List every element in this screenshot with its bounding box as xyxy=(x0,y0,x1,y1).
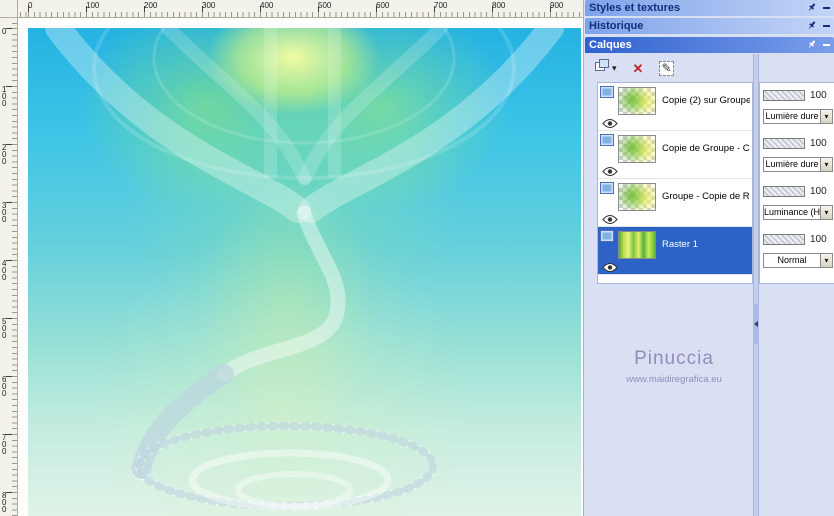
raster-layer-icon xyxy=(600,134,615,147)
canvas-image[interactable] xyxy=(28,28,581,516)
opacity-slider[interactable] xyxy=(763,90,805,101)
visibility-eye-icon[interactable] xyxy=(602,260,618,272)
edit-selection-button[interactable]: ✎ xyxy=(657,60,675,77)
h-ruler-label: 700 xyxy=(434,1,448,10)
visibility-eye-icon[interactable] xyxy=(602,116,618,128)
watermark: Pinuccia www.maidiregrafica.eu xyxy=(599,348,749,385)
v-ruler-label: 7 0 0 xyxy=(2,433,7,456)
pencil-icon: ✎ xyxy=(659,60,674,76)
visibility-eye-icon[interactable] xyxy=(602,164,618,176)
layers-panel-title: Calques xyxy=(589,39,632,51)
blend-mode-dropdown[interactable]: Normal ▾ xyxy=(763,253,833,268)
h-ruler-label: 100 xyxy=(86,1,100,10)
opacity-slider[interactable] xyxy=(763,138,805,149)
raster-layer-icon xyxy=(600,182,615,195)
blend-mode-dropdown[interactable]: Lumière dure ▾ xyxy=(763,157,833,172)
layers-panel-body: ▾ ✕ ✎ Copie (2) sur Groupe Copie de Grou… xyxy=(585,54,834,516)
styles-panel-titlebar[interactable]: Styles et textures xyxy=(585,0,834,16)
v-ruler-label: 4 0 0 xyxy=(2,259,7,282)
layer-controls: 100 Lumière dure ▾ xyxy=(760,83,834,131)
horizontal-ruler: 0 100 200 300 400 500 600 700 800 900 xyxy=(18,0,583,18)
layers-panel-titlebar[interactable]: Calques xyxy=(585,37,834,53)
layer-list: Copie (2) sur Groupe Copie de Groupe - C… xyxy=(597,82,753,284)
layer-thumbnail xyxy=(618,135,656,163)
vertical-ruler: 0 1 0 0 2 0 0 3 0 0 4 0 0 5 0 0 6 0 0 7 0 0 8 0 … xyxy=(0,18,18,516)
layer-name: Raster 1 xyxy=(662,239,698,250)
layer-thumbnail xyxy=(618,183,656,211)
h-ruler-label: 0 xyxy=(28,1,33,10)
pin-icon[interactable] xyxy=(807,36,817,54)
v-ruler-label: 1 0 0 xyxy=(2,85,7,108)
h-ruler-label: 800 xyxy=(492,1,506,10)
h-ruler-label: 300 xyxy=(202,1,216,10)
layers-toolbar: ▾ ✕ ✎ xyxy=(593,57,676,79)
chevron-down-icon[interactable]: ▾ xyxy=(820,254,832,267)
minimize-icon[interactable] xyxy=(823,25,830,27)
h-ruler-label: 900 xyxy=(550,1,564,10)
layer-row[interactable]: Groupe - Copie de Ra xyxy=(598,179,752,227)
chevron-down-icon[interactable]: ▾ xyxy=(820,206,832,219)
blend-mode-value: Normal xyxy=(777,255,807,265)
v-ruler-label: 0 xyxy=(2,27,7,36)
ruler-corner xyxy=(0,0,18,18)
layer-name: Copie (2) sur Groupe xyxy=(662,95,750,106)
h-ruler-label: 600 xyxy=(376,1,390,10)
blend-mode-value: Luminance (H) xyxy=(764,207,820,217)
pin-icon[interactable] xyxy=(807,0,817,17)
v-ruler-label: 8 0 0 xyxy=(2,491,7,514)
watermark-url: www.maidiregrafica.eu xyxy=(626,374,722,385)
chevron-down-icon[interactable]: ▾ xyxy=(820,110,832,123)
styles-panel-title: Styles et textures xyxy=(589,2,681,14)
blend-mode-value: Lumière dure xyxy=(765,159,819,169)
opacity-value: 100 xyxy=(810,234,827,245)
opacity-value: 100 xyxy=(810,186,827,197)
history-panel-title: Historique xyxy=(589,20,644,32)
raster-layer-icon xyxy=(600,230,615,243)
layer-row-selected[interactable]: Raster 1 xyxy=(598,227,752,275)
history-panel-titlebar[interactable]: Historique xyxy=(585,18,834,34)
layer-controls: 100 Luminance (H) ▾ xyxy=(760,179,834,227)
layer-controls-column: 100 Lumière dure ▾ 100 Lumière dure ▾ 10… xyxy=(759,82,834,284)
blend-mode-value: Lumière dure xyxy=(765,111,819,121)
layer-thumbnail xyxy=(618,231,656,259)
watermark-name: Pinuccia xyxy=(634,348,714,369)
h-ruler-label: 500 xyxy=(318,1,332,10)
new-layer-icon xyxy=(595,59,610,77)
opacity-value: 100 xyxy=(810,90,827,101)
chevron-down-icon[interactable]: ▾ xyxy=(820,158,832,171)
layer-row[interactable]: Copie (2) sur Groupe xyxy=(598,83,752,131)
v-ruler-label: 3 0 0 xyxy=(2,201,7,224)
layer-name: Groupe - Copie de Ra xyxy=(662,191,750,202)
minimize-icon[interactable] xyxy=(823,44,830,46)
layer-name: Copie de Groupe - Co xyxy=(662,143,750,154)
splitter-collapse-handle[interactable] xyxy=(753,304,759,344)
app-window: 0 100 200 300 400 500 600 700 800 900 0 1 0 0 2 0 0… xyxy=(0,0,834,516)
delete-icon: ✕ xyxy=(632,60,644,76)
layer-controls: 100 Lumière dure ▾ xyxy=(760,131,834,179)
v-ruler-label: 2 0 0 xyxy=(2,143,7,166)
layer-row[interactable]: Copie de Groupe - Co xyxy=(598,131,752,179)
opacity-slider[interactable] xyxy=(763,186,805,197)
right-panel: Styles et textures Historique Calques ▾ … xyxy=(583,0,834,516)
h-ruler-label: 200 xyxy=(144,1,158,10)
v-ruler-label: 5 0 0 xyxy=(2,317,7,340)
visibility-eye-icon[interactable] xyxy=(602,212,618,224)
opacity-slider[interactable] xyxy=(763,234,805,245)
h-ruler-label: 400 xyxy=(260,1,274,10)
blend-mode-dropdown[interactable]: Lumière dure ▾ xyxy=(763,109,833,124)
raster-layer-icon xyxy=(600,86,615,99)
blend-mode-dropdown[interactable]: Luminance (H) ▾ xyxy=(763,205,833,220)
chevron-down-icon: ▾ xyxy=(612,62,617,73)
opacity-value: 100 xyxy=(810,138,827,149)
pin-icon[interactable] xyxy=(807,17,817,35)
minimize-icon[interactable] xyxy=(823,7,830,9)
artwork-overlay xyxy=(45,28,564,511)
chevron-left-icon xyxy=(754,321,758,327)
delete-layer-button[interactable]: ✕ xyxy=(631,61,646,76)
new-layer-button[interactable]: ▾ xyxy=(593,58,619,78)
v-ruler-label: 6 0 0 xyxy=(2,375,7,398)
layer-controls: 100 Normal ▾ xyxy=(760,227,834,275)
layer-thumbnail xyxy=(618,87,656,115)
